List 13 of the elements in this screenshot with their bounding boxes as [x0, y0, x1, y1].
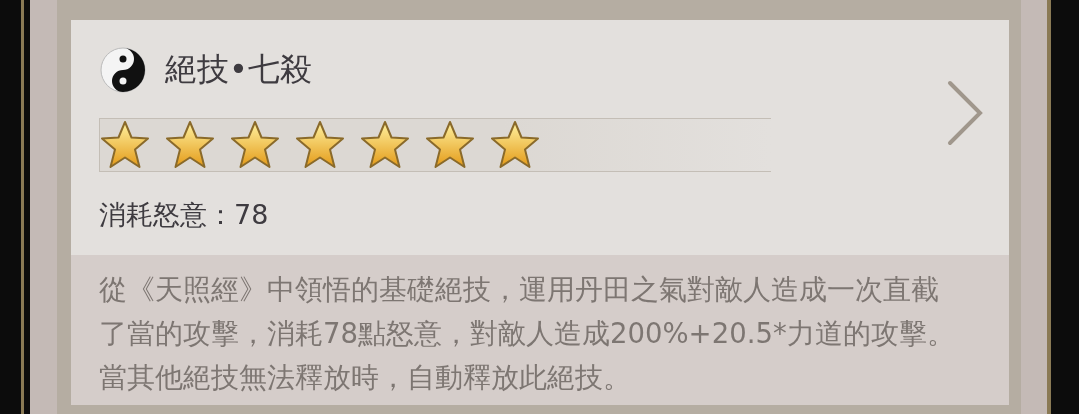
star	[425, 120, 475, 170]
star	[165, 120, 215, 170]
star	[230, 120, 280, 170]
star	[360, 120, 410, 170]
skill-title: 絕技•七殺	[165, 49, 312, 90]
skill-card[interactable]: 絕技•七殺 消耗怒意：78 從《天照經》中領悟的基礎絕技，運用丹田之氣對敵人造成一次直截了當的攻擊，消耗78點怒意，對敵人造成200%+20.5*力道的攻擊。當其他絕技無法釋放時，自動釋放此絕技。	[71, 20, 1009, 405]
yin-yang-icon	[99, 46, 147, 94]
star	[490, 120, 540, 170]
skill-description: 從《天照經》中領悟的基礎絕技，運用丹田之氣對敵人造成一次直截了當的攻擊，消耗78點怒意，對敵人造成200%+20.5*力道的攻擊。當其他絕技無法釋放時，自動釋放此絕技。	[99, 272, 956, 395]
chevron-right-icon[interactable]	[947, 80, 983, 146]
star	[295, 120, 345, 170]
star	[100, 120, 150, 170]
rage-cost: 消耗怒意：78	[99, 198, 270, 231]
